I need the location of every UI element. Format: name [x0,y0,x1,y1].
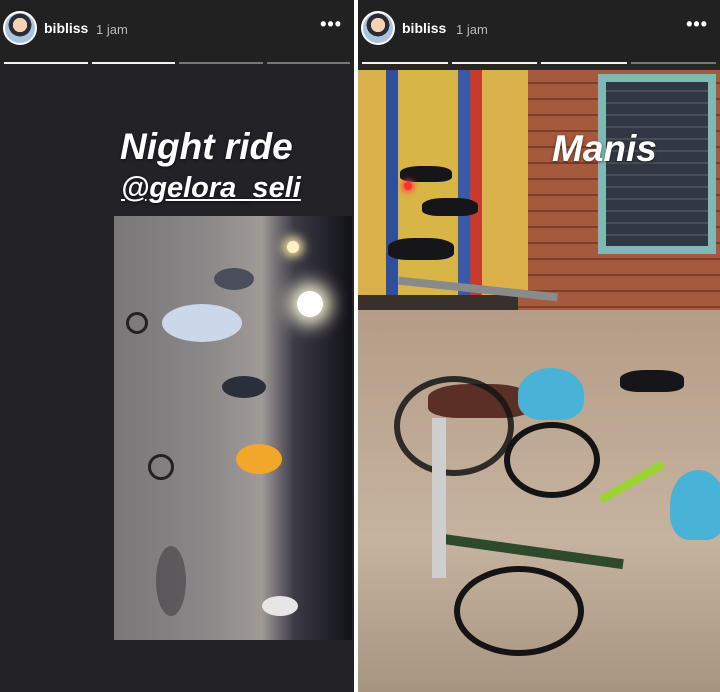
progress-segment [451,62,537,64]
more-horizontal-icon[interactable]: ••• [320,15,342,33]
story-caption-mention[interactable]: @gelora_seli [121,172,301,205]
story-caption-title: Manis [552,128,657,169]
progress-segment [266,62,350,64]
bike-wheel [126,312,148,334]
story-header: bibliss 1 jam ••• [358,0,720,62]
story-panel-night-ride[interactable]: bibliss 1 jam ••• Night ride @gelora_sel… [0,0,354,692]
more-horizontal-icon[interactable]: ••• [686,15,708,33]
avatar[interactable] [3,11,37,45]
progress-segment [630,62,716,64]
bike-wheel [504,422,600,498]
tail-light [404,182,412,190]
timestamp: 1 jam [96,22,128,37]
painted-door [358,70,528,295]
bike-wheel [394,376,514,476]
bike-saddle [388,238,454,260]
progress-segment [4,62,88,64]
progress-segment [179,62,263,64]
cyclist [236,444,282,474]
story-header: bibliss 1 jam ••• [0,0,354,62]
progress-segment [541,62,627,64]
story-caption-title: Night ride [120,126,293,167]
street-light [287,241,299,253]
story-progress-bar [362,62,716,66]
bike-saddle [422,198,478,216]
timestamp: 1 jam [456,22,488,37]
bike-wheel [148,454,174,480]
cyclist [162,304,242,342]
bikes-photo [358,70,720,692]
helmet [518,368,584,420]
story-progress-bar [4,62,350,66]
avatar[interactable] [361,11,395,45]
progress-segment [362,62,448,64]
cyclist [262,596,298,616]
progress-segment [91,62,175,64]
bike-wheel [454,566,584,656]
helmet [670,470,720,540]
story-panel-manis[interactable]: bibliss 1 jam ••• Manis [358,0,720,692]
cyclist [214,268,254,290]
username[interactable]: bibliss [44,20,88,36]
night-ride-photo [114,216,352,640]
username[interactable]: bibliss [402,20,446,36]
bike-saddle [400,166,452,182]
bike-frame [432,418,446,578]
street-light [297,291,323,317]
bike-saddle [620,370,684,392]
shadow [156,546,186,616]
cyclist [222,376,266,398]
